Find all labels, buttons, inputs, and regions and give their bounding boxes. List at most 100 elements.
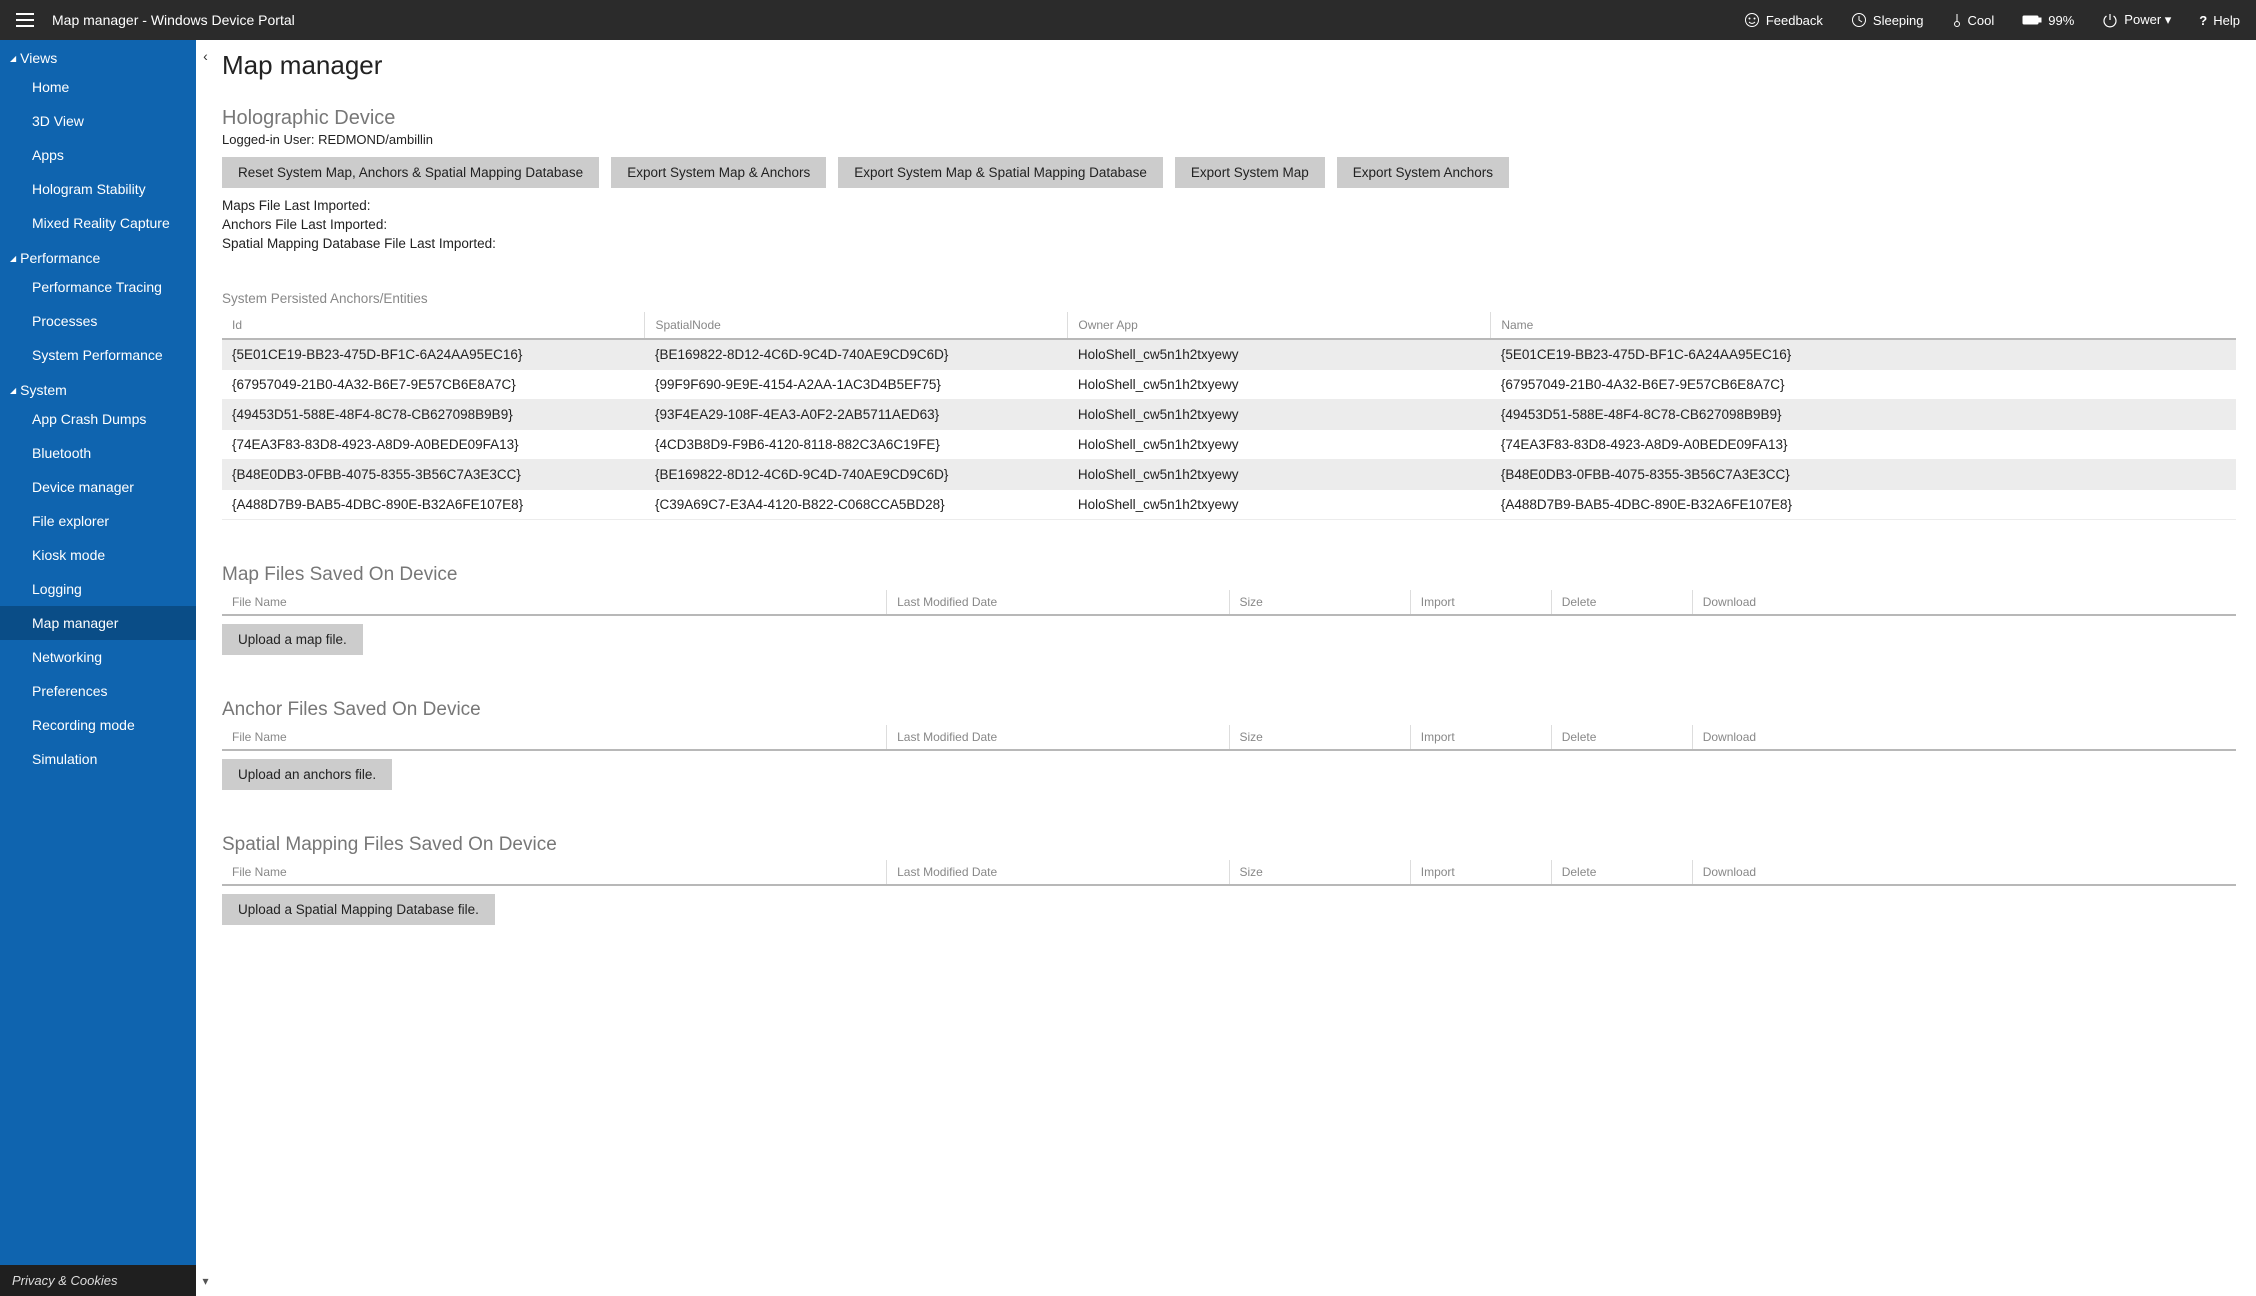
sidebar-item-simulation[interactable]: Simulation xyxy=(0,742,196,776)
sidebar-collapse-handle: ‹ ▾ xyxy=(196,40,216,1296)
caret-icon: ◢ xyxy=(10,254,16,263)
sidebar-group-views[interactable]: ◢Views xyxy=(0,40,196,70)
table-header: Delete xyxy=(1551,860,1692,885)
caret-icon: ◢ xyxy=(10,54,16,63)
spatial-imported-line: Spatial Mapping Database File Last Impor… xyxy=(222,236,2236,251)
feedback-label: Feedback xyxy=(1766,13,1823,28)
table-header: Size xyxy=(1229,860,1410,885)
help-label: Help xyxy=(2213,13,2240,28)
table-header: Import xyxy=(1410,590,1551,615)
table-header: SpatialNode xyxy=(645,312,1068,339)
table-header: Delete xyxy=(1551,725,1692,750)
temp-status[interactable]: Cool xyxy=(1952,12,1995,28)
table-header: Last Modified Date xyxy=(887,725,1229,750)
sidebar-item-mixed-reality-capture[interactable]: Mixed Reality Capture xyxy=(0,206,196,240)
upload-button[interactable]: Upload a Spatial Mapping Database file. xyxy=(222,894,495,925)
sidebar-item-performance-tracing[interactable]: Performance Tracing xyxy=(0,270,196,304)
sidebar-item-preferences[interactable]: Preferences xyxy=(0,674,196,708)
thermometer-icon xyxy=(1952,12,1962,28)
clock-icon xyxy=(1851,12,1867,28)
table-row[interactable]: {74EA3F83-83D8-4923-A8D9-A0BEDE09FA13}{4… xyxy=(222,430,2236,460)
scroll-down-icon[interactable]: ▾ xyxy=(202,1274,208,1288)
temp-label: Cool xyxy=(1968,13,1995,28)
sidebar-item-home[interactable]: Home xyxy=(0,70,196,104)
file-section: Spatial Mapping Files Saved On Device Fil… xyxy=(222,834,2236,925)
table-header: Download xyxy=(1692,860,2236,885)
help-icon: ? xyxy=(2199,13,2207,28)
table-header: Download xyxy=(1692,725,2236,750)
power-icon xyxy=(2102,12,2118,28)
export-map-button[interactable]: Export System Map xyxy=(1175,157,1325,188)
table-header: Size xyxy=(1229,590,1410,615)
smile-icon xyxy=(1744,12,1760,28)
power-label: Power ▾ xyxy=(2124,12,2171,28)
anchors-imported-line: Anchors File Last Imported: xyxy=(222,217,2236,232)
sidebar-group-performance[interactable]: ◢Performance xyxy=(0,240,196,270)
table-row[interactable]: {67957049-21B0-4A32-B6E7-9E57CB6E8A7C}{9… xyxy=(222,370,2236,400)
export-anchors-button[interactable]: Export System Anchors xyxy=(1337,157,1509,188)
sidebar-item-file-explorer[interactable]: File explorer xyxy=(0,504,196,538)
sidebar-item-apps[interactable]: Apps xyxy=(0,138,196,172)
sidebar-group-system[interactable]: ◢System xyxy=(0,372,196,402)
topbar: Map manager - Windows Device Portal Feed… xyxy=(0,0,2256,40)
file-section: Anchor Files Saved On Device File NameLas… xyxy=(222,699,2236,790)
sidebar-item-app-crash-dumps[interactable]: App Crash Dumps xyxy=(0,402,196,436)
export-map-spatial-button[interactable]: Export System Map & Spatial Mapping Data… xyxy=(838,157,1163,188)
battery-icon xyxy=(2022,14,2042,26)
file-section-heading: Spatial Mapping Files Saved On Device xyxy=(222,834,2236,856)
table-header: Import xyxy=(1410,725,1551,750)
power-menu[interactable]: Power ▾ xyxy=(2102,12,2171,28)
sidebar-item-3d-view[interactable]: 3D View xyxy=(0,104,196,138)
reset-system-button[interactable]: Reset System Map, Anchors & Spatial Mapp… xyxy=(222,157,599,188)
upload-button[interactable]: Upload an anchors file. xyxy=(222,759,392,790)
anchors-table: IdSpatialNodeOwner AppName {5E01CE19-BB2… xyxy=(222,312,2236,520)
maps-imported-line: Maps File Last Imported: xyxy=(222,198,2236,213)
table-header: Import xyxy=(1410,860,1551,885)
files-table: File NameLast Modified DateSizeImportDel… xyxy=(222,725,2236,751)
table-header: Last Modified Date xyxy=(887,860,1229,885)
sidebar-item-system-performance[interactable]: System Performance xyxy=(0,338,196,372)
table-header: Id xyxy=(222,312,645,339)
hamburger-menu-icon[interactable] xyxy=(16,13,34,27)
help-link[interactable]: ? Help xyxy=(2199,13,2240,28)
export-map-anchors-button[interactable]: Export System Map & Anchors xyxy=(611,157,826,188)
sidebar-item-logging[interactable]: Logging xyxy=(0,572,196,606)
files-table: File NameLast Modified DateSizeImportDel… xyxy=(222,590,2236,616)
files-table: File NameLast Modified DateSizeImportDel… xyxy=(222,860,2236,886)
window-title: Map manager - Windows Device Portal xyxy=(52,12,295,28)
table-row[interactable]: {5E01CE19-BB23-475D-BF1C-6A24AA95EC16}{B… xyxy=(222,339,2236,370)
main-content: Map manager Holographic Device Logged-in… xyxy=(216,40,2256,1296)
sleeping-label: Sleeping xyxy=(1873,13,1924,28)
privacy-cookies-link[interactable]: Privacy & Cookies xyxy=(0,1265,196,1296)
anchors-table-heading: System Persisted Anchors/Entities xyxy=(222,291,2236,306)
table-header: Size xyxy=(1229,725,1410,750)
table-row[interactable]: {49453D51-588E-48F4-8C78-CB627098B9B9}{9… xyxy=(222,400,2236,430)
file-section-heading: Anchor Files Saved On Device xyxy=(222,699,2236,721)
caret-icon: ◢ xyxy=(10,386,16,395)
table-header: File Name xyxy=(222,590,887,615)
table-header: Download xyxy=(1692,590,2236,615)
sidebar-item-hologram-stability[interactable]: Hologram Stability xyxy=(0,172,196,206)
sidebar-item-kiosk-mode[interactable]: Kiosk mode xyxy=(0,538,196,572)
upload-button[interactable]: Upload a map file. xyxy=(222,624,363,655)
sidebar-item-recording-mode[interactable]: Recording mode xyxy=(0,708,196,742)
table-header: Owner App xyxy=(1068,312,1491,339)
table-header: File Name xyxy=(222,725,887,750)
holographic-device-heading: Holographic Device xyxy=(222,107,2236,130)
page-title: Map manager xyxy=(222,50,2236,81)
file-section: Map Files Saved On Device File NameLast M… xyxy=(222,564,2236,655)
collapse-chevron-icon[interactable]: ‹ xyxy=(203,48,208,64)
sidebar-item-bluetooth[interactable]: Bluetooth xyxy=(0,436,196,470)
sidebar-item-networking[interactable]: Networking xyxy=(0,640,196,674)
sidebar: ◢ViewsHome3D ViewAppsHologram StabilityM… xyxy=(0,40,196,1296)
battery-status[interactable]: 99% xyxy=(2022,13,2074,28)
sleeping-status[interactable]: Sleeping xyxy=(1851,12,1924,28)
sidebar-item-device-manager[interactable]: Device manager xyxy=(0,470,196,504)
table-row[interactable]: {A488D7B9-BAB5-4DBC-890E-B32A6FE107E8}{C… xyxy=(222,490,2236,520)
sidebar-item-processes[interactable]: Processes xyxy=(0,304,196,338)
feedback-link[interactable]: Feedback xyxy=(1744,12,1823,28)
file-section-heading: Map Files Saved On Device xyxy=(222,564,2236,586)
sidebar-item-map-manager[interactable]: Map manager xyxy=(0,606,196,640)
battery-label: 99% xyxy=(2048,13,2074,28)
table-row[interactable]: {B48E0DB3-0FBB-4075-8355-3B56C7A3E3CC}{B… xyxy=(222,460,2236,490)
